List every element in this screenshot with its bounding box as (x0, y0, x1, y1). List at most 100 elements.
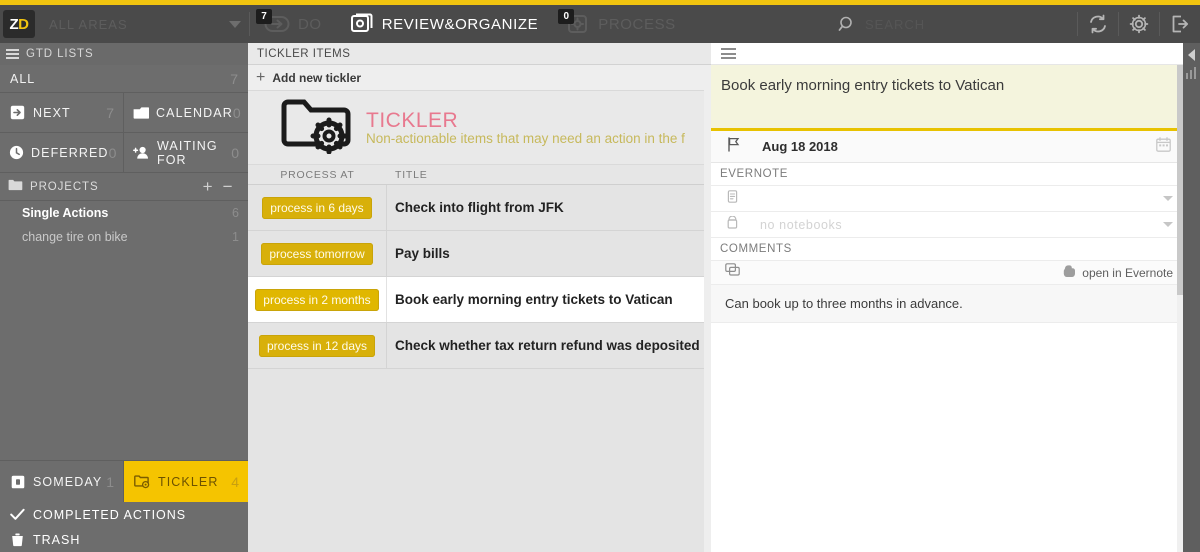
row-title: Pay bills (395, 246, 450, 261)
banner-text: TICKLER Non-actionable items that may ne… (366, 109, 685, 146)
tab-review-organize-label: REVIEW&ORGANIZE (381, 15, 539, 33)
table-row[interactable]: process tomorrow Pay bills (248, 231, 711, 277)
sidebar-item-someday[interactable]: SOMEDAY 1 (0, 461, 124, 502)
refresh-button[interactable] (1078, 5, 1118, 43)
detail-panel: Aug 18 2018 EVERNOTE (711, 43, 1183, 552)
search-box[interactable] (837, 11, 1077, 37)
calendar-picker-icon[interactable] (1156, 136, 1171, 157)
collapse-projects-button[interactable]: − (218, 178, 238, 195)
tickler-banner: TICKLER Non-actionable items that may ne… (248, 91, 711, 165)
project-count: 6 (232, 206, 239, 220)
person-add-icon (133, 145, 150, 160)
add-new-tickler-label: Add new tickler (272, 70, 362, 85)
tab-do-label: DO (298, 15, 322, 33)
top-nav: 7 DO REVIEW&ORGANIZE 0 PROCESS (250, 5, 690, 43)
column-header-title: TITLE (395, 168, 428, 181)
evernote-note-field[interactable] (711, 186, 1183, 212)
clock-icon (9, 145, 24, 160)
hamburger-icon[interactable] (6, 49, 19, 59)
sidebar-item-next-count: 7 (106, 104, 114, 121)
tab-do[interactable]: 7 DO (250, 5, 336, 43)
sidebar-project-change-tire-on-bike[interactable]: change tire on bike 1 (0, 225, 248, 249)
sidebar-item-waiting-for-count: 0 (231, 144, 239, 161)
gear-icon (1129, 14, 1149, 34)
chevron-down-icon[interactable] (1163, 196, 1173, 201)
tab-do-badge: 7 (256, 9, 272, 24)
sidebar-item-tickler-label: TICKLER (158, 474, 219, 489)
sidebar-item-calendar[interactable]: CALENDAR 0 (124, 93, 248, 133)
evernote-notebook-field[interactable]: no notebooks (711, 212, 1183, 238)
table-row-selected[interactable]: process in 2 months Book early morning e… (248, 277, 711, 323)
sidebar-item-completed-actions[interactable]: COMPLETED ACTIONS (0, 502, 248, 527)
sidebar-item-next-label: NEXT (33, 105, 71, 120)
banner-title: TICKLER (366, 109, 459, 132)
open-in-evernote-button[interactable]: open in Evernote (1062, 264, 1173, 281)
row-process-at-cell: process in 2 months (248, 277, 387, 322)
sidebar-item-tickler[interactable]: TICKLER 4 (124, 461, 248, 502)
tab-process-badge: 0 (558, 9, 575, 24)
refresh-icon (1090, 14, 1106, 34)
folder-gear-large-icon (278, 96, 356, 159)
row-process-at-cell: process in 6 days (248, 185, 387, 230)
tab-process-label: PROCESS (598, 15, 676, 33)
tab-review-organize[interactable]: REVIEW&ORGANIZE (336, 5, 553, 43)
gtd-lists-label: GTD LISTS (26, 48, 94, 60)
sidebar-item-all[interactable]: ALL 7 (0, 65, 248, 93)
project-name: Single Actions (22, 206, 109, 220)
table-row[interactable]: process in 6 days Check into flight from… (248, 185, 711, 231)
detail-menu-icon[interactable] (721, 48, 736, 59)
stats-bars-icon[interactable] (1186, 67, 1197, 79)
tab-process[interactable]: 0 PROCESS (552, 5, 690, 43)
tickler-items-header: TICKLER ITEMS (248, 43, 711, 65)
sidebar-item-trash-label: TRASH (33, 532, 81, 547)
row-process-at-cell: process tomorrow (248, 231, 387, 276)
sidebar-item-deferred-count: 0 (108, 144, 117, 161)
detail-title-input[interactable] (721, 77, 1173, 123)
sidebar-project-single-actions[interactable]: Single Actions 6 (0, 201, 248, 225)
process-at-badge: process in 12 days (258, 334, 376, 357)
chevron-down-icon (229, 20, 241, 28)
logo-letter-d: D (18, 15, 29, 33)
logo-letter-z: Z (9, 15, 19, 33)
logout-button[interactable] (1160, 5, 1200, 43)
add-new-tickler-button[interactable]: + Add new tickler (248, 65, 711, 91)
sidebar-item-calendar-count: 0 (232, 104, 241, 121)
sidebar-item-calendar-label: CALENDAR (156, 105, 233, 120)
chevron-down-icon[interactable] (1163, 222, 1173, 227)
sidebar-item-deferred-label: DEFERRED (31, 145, 109, 160)
list-column-headers: PROCESS AT TITLE (248, 165, 711, 185)
detail-date-value: Aug 18 2018 (762, 139, 838, 154)
add-project-button[interactable]: + (198, 178, 218, 195)
table-row[interactable]: process in 12 days Check whether tax ret… (248, 323, 711, 369)
evernote-notebook-value: no notebooks (760, 217, 843, 232)
sidebar-item-deferred[interactable]: DEFERRED 0 (0, 133, 124, 173)
box-icon (9, 475, 26, 489)
comments-section-label: COMMENTS (720, 243, 792, 255)
sidebar-item-tickler-count: 4 (231, 473, 239, 490)
sidebar-item-all-count: 7 (230, 70, 239, 87)
banner-subtitle: Non-actionable items that may need an ac… (366, 131, 685, 146)
list-scrollbar[interactable] (704, 65, 711, 552)
detail-date-row[interactable]: Aug 18 2018 (711, 131, 1183, 163)
comment-text[interactable]: Can book up to three months in advance. (711, 285, 1183, 323)
flag-icon (727, 136, 740, 157)
sidebar-item-trash[interactable]: TRASH (0, 527, 248, 552)
check-icon (9, 508, 26, 521)
app-root: ZD ALL AREAS 7 DO REVIEW&ORGANIZE 0 PROC… (0, 0, 1200, 552)
sidebar-item-all-label: ALL (10, 71, 36, 86)
search-input[interactable] (865, 16, 1045, 32)
row-title: Check into flight from JFK (395, 200, 564, 215)
someday-tickler-row: SOMEDAY 1 TICKLER 4 (0, 460, 248, 502)
sidebar-item-someday-label: SOMEDAY (33, 474, 103, 489)
area-selector[interactable]: ALL AREAS (49, 10, 249, 38)
sidebar-item-next[interactable]: NEXT 7 (0, 93, 124, 133)
sidebar-item-waiting-for[interactable]: WAITING FOR 0 (124, 133, 248, 173)
detail-header (711, 43, 1183, 65)
gtd-list-grid: NEXT 7 CALENDAR 0 DEFERRED 0 WAITING FOR… (0, 93, 248, 173)
calendar-icon (133, 106, 149, 120)
search-icon (838, 16, 852, 31)
sidebar: GTD LISTS ALL 7 NEXT 7 CALENDAR 0 DEFERR… (0, 43, 248, 552)
settings-button[interactable] (1119, 5, 1159, 43)
collapse-panel-icon[interactable] (1188, 49, 1195, 61)
app-logo[interactable]: ZD (3, 10, 35, 38)
